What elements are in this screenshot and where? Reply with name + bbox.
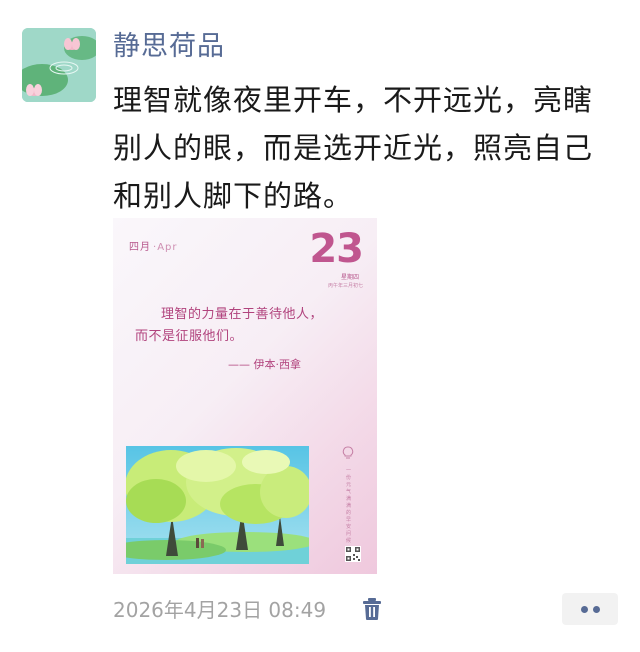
card-quote: 理智的力量在于善待他人，而不是征服他们。 [135, 307, 324, 344]
more-dots-icon [593, 606, 600, 613]
card-weekday: 星期四 [340, 274, 359, 281]
card-month-en-text: Apr [157, 242, 178, 253]
card-month: 四月 ·Apr [129, 238, 178, 253]
tree-illustration [126, 446, 309, 564]
qr-code-icon [345, 546, 361, 562]
username[interactable]: 静思荷品 [113, 24, 225, 63]
post-text: 理智就像夜里开车，不开远光，亮瞎别人的眼，而是选开近光，照亮自己和别人脚下的路。 [113, 83, 594, 213]
post-image[interactable]: 四月 ·Apr 23 星期四 丙午年三月初七 理智的力量在于善待他人，而不是征服他… [113, 218, 377, 574]
delete-button[interactable] [361, 597, 383, 621]
card-month-en: ·Apr [153, 242, 178, 253]
trash-icon [363, 598, 381, 620]
more-dots-icon [581, 606, 588, 613]
card-author: —— 伊本·西拿 [228, 358, 301, 371]
post-timestamp: 2026年4月23日 08:49 [113, 598, 327, 622]
more-button[interactable] [562, 593, 618, 625]
lightbulb-icon [342, 446, 354, 463]
lotus-pond-icon [22, 28, 96, 102]
card-lunar-date: 丙午年三月初七 [327, 283, 363, 289]
card-day: 23 [309, 226, 364, 272]
card-side-text: 一份元气满满的早安问候 [346, 468, 352, 544]
moments-post: 静思荷品 理智就像夜里开车，不开远光，亮瞎别人的眼，而是选开近光，照亮自己和别人… [0, 0, 640, 652]
card-month-cn: 四月 [129, 242, 151, 253]
avatar[interactable] [22, 28, 96, 102]
